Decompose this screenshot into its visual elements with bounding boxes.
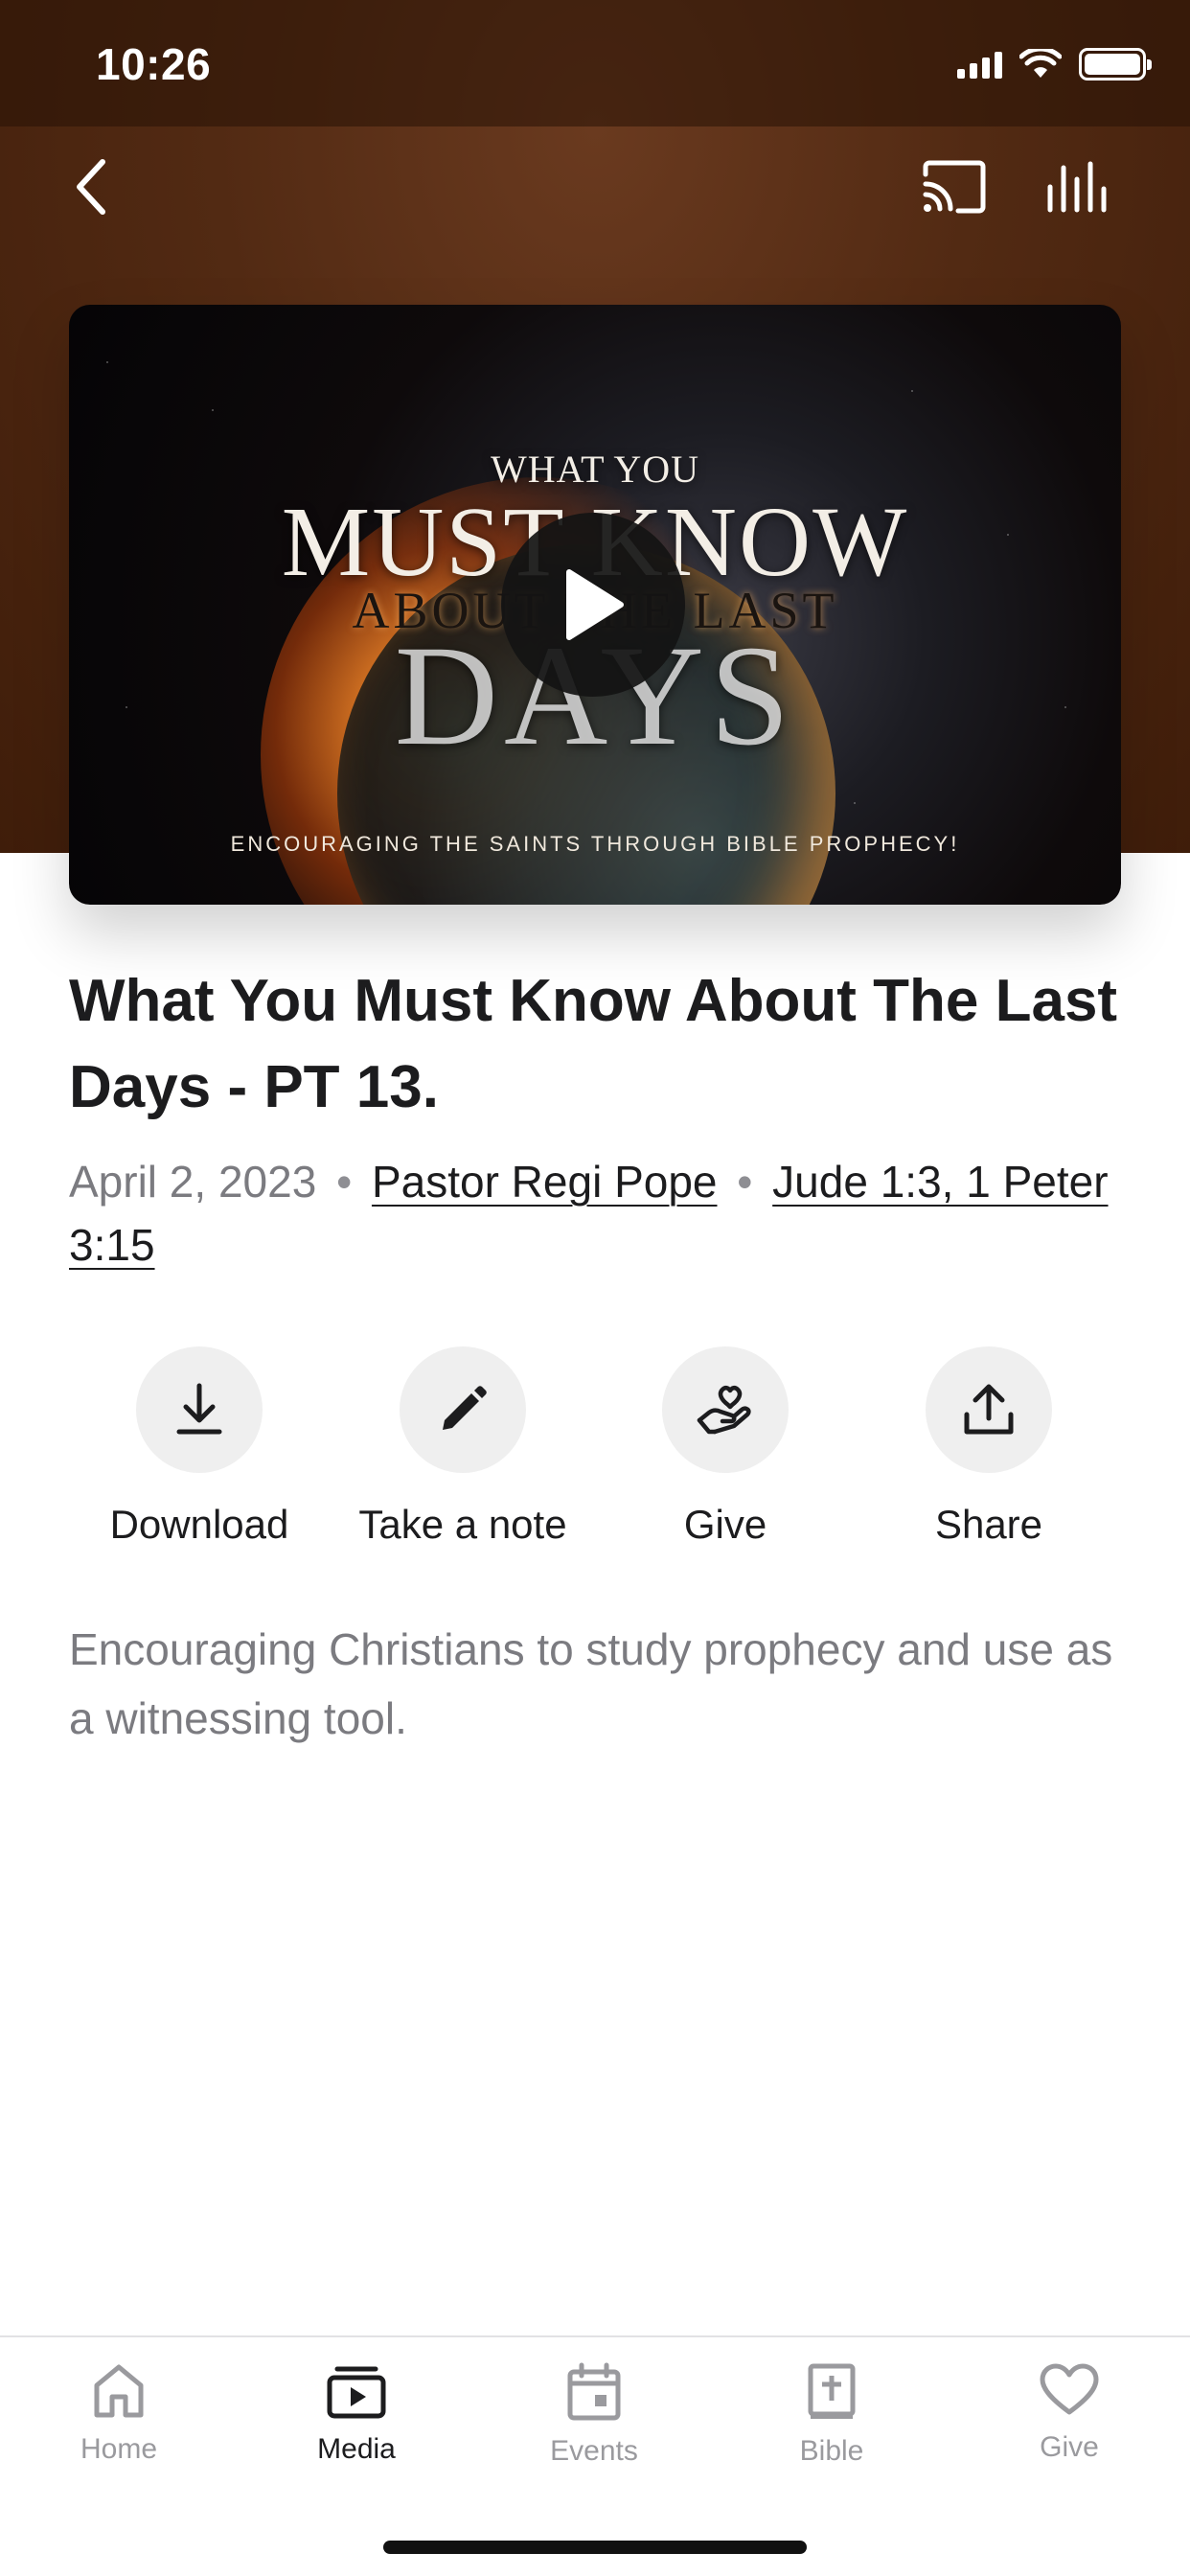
home-icon — [94, 2364, 144, 2418]
poster-tagline: ENCOURAGING THE SAINTS THROUGH BIBLE PRO… — [230, 832, 960, 856]
share-button[interactable]: Share — [855, 1346, 1123, 1548]
tab-home-label: Home — [80, 2433, 158, 2465]
chevron-left-icon — [77, 159, 105, 215]
download-icon — [176, 1383, 222, 1435]
bible-icon — [808, 2363, 856, 2419]
back-button[interactable] — [57, 153, 125, 220]
cellular-signal-icon — [957, 50, 1002, 79]
video-player-card[interactable]: WHAT YOU MUST KNOW ABOUT THE LAST DAYS E… — [69, 305, 1121, 905]
give-action-button[interactable]: Give — [591, 1346, 859, 1548]
sermon-date: April 2, 2023 — [69, 1157, 317, 1207]
tab-media-label: Media — [317, 2433, 396, 2465]
meta-separator: • — [737, 1157, 753, 1207]
tab-bible[interactable]: Bible — [736, 2362, 927, 2468]
sermon-description: Encouraging Christians to study prophecy… — [69, 1624, 1113, 1743]
tab-give[interactable]: Give — [973, 2362, 1165, 2464]
tab-give-label: Give — [1040, 2431, 1099, 2463]
take-note-label: Take a note — [358, 1502, 567, 1547]
share-label: Share — [934, 1502, 1043, 1547]
home-indicator[interactable] — [383, 2541, 807, 2554]
speaker-link[interactable]: Pastor Regi Pope — [372, 1157, 718, 1207]
take-note-circle — [400, 1346, 526, 1473]
share-upload-icon — [964, 1384, 1014, 1435]
equalizer-icon — [1047, 161, 1107, 213]
battery-icon — [1079, 48, 1152, 80]
pencil-icon — [443, 1386, 487, 1430]
download-button[interactable]: Download — [65, 1346, 333, 1548]
play-button[interactable] — [501, 513, 685, 697]
cast-button[interactable] — [915, 153, 992, 220]
download-label: Download — [109, 1502, 289, 1547]
share-circle — [926, 1346, 1052, 1473]
status-icons — [957, 48, 1152, 80]
meta-separator: • — [336, 1157, 353, 1207]
download-circle — [136, 1346, 263, 1473]
tab-media[interactable]: Media — [261, 2362, 452, 2466]
wifi-icon — [1019, 49, 1062, 78]
tab-home[interactable]: Home — [23, 2362, 215, 2466]
status-bar: 10:26 — [0, 0, 1190, 126]
take-note-button[interactable]: Take a note — [329, 1346, 597, 1548]
play-icon — [566, 569, 624, 640]
audio-mode-button[interactable] — [1040, 153, 1116, 220]
sermon-meta: April 2, 2023 • Pastor Regi Pope • Jude … — [69, 1150, 1123, 1276]
tab-bible-label: Bible — [799, 2435, 864, 2467]
give-circle — [662, 1346, 789, 1473]
give-action-label: Give — [683, 1502, 767, 1547]
sermon-title: What You Must Know About The Last Days -… — [69, 968, 1118, 1120]
cast-icon — [923, 160, 986, 214]
status-time: 10:26 — [96, 39, 212, 89]
calendar-icon — [567, 2362, 621, 2421]
media-player-icon — [327, 2366, 386, 2419]
heart-icon — [1040, 2363, 1099, 2415]
giving-hand-heart-icon — [697, 1385, 751, 1435]
tab-events-label: Events — [550, 2435, 638, 2467]
tab-events[interactable]: Events — [498, 2362, 690, 2468]
